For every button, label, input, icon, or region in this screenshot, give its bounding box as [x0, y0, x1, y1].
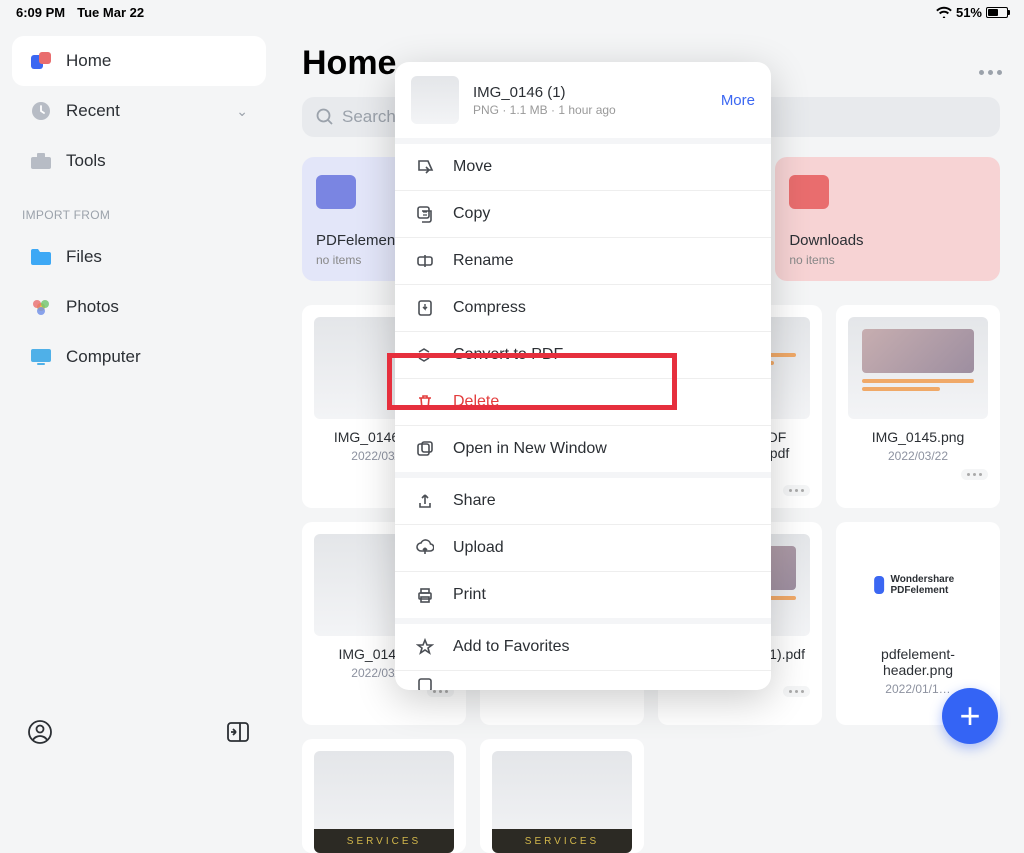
upload-icon	[415, 538, 435, 558]
star-icon	[415, 637, 435, 657]
menu-more[interactable]	[395, 670, 771, 690]
compress-icon	[415, 298, 435, 318]
menu-label: Copy	[453, 205, 490, 223]
popover-thumb	[411, 76, 459, 124]
more-icon	[415, 675, 435, 691]
menu-label: Delete	[453, 393, 499, 411]
collapse-icon[interactable]	[226, 720, 250, 744]
move-icon	[415, 157, 435, 177]
tools-icon	[30, 150, 52, 172]
delete-icon	[415, 392, 435, 412]
plus-icon: +	[959, 695, 980, 737]
file-name: pdfelement-header.png	[848, 646, 988, 678]
sidebar-item-tools[interactable]: Tools	[12, 136, 266, 186]
file-item[interactable]: SERVICES	[302, 739, 466, 853]
menu-share[interactable]: Share	[395, 478, 771, 524]
menu-label: Open in New Window	[453, 440, 607, 458]
sidebar-item-home[interactable]: Home	[12, 36, 266, 86]
sidebar-label: Home	[66, 51, 111, 71]
convert-icon	[415, 345, 435, 365]
folder-icon	[30, 246, 52, 268]
file-thumb: Wondershare PDFelement	[848, 534, 988, 636]
shortcut-sub: no items	[789, 253, 986, 267]
menu-rename[interactable]: Rename	[395, 237, 771, 284]
sidebar-item-recent[interactable]: Recent ⌄	[12, 86, 266, 136]
menu-label: Rename	[453, 252, 513, 270]
search-placeholder: Search	[342, 107, 396, 127]
popover-title: IMG_0146 (1)	[473, 84, 707, 101]
menu-label: Move	[453, 158, 492, 176]
add-button[interactable]: +	[942, 688, 998, 744]
sidebar: Home Recent ⌄ Tools IMPORT FROM Files	[0, 24, 278, 768]
search-icon	[316, 108, 334, 126]
photos-icon	[30, 296, 52, 318]
file-item[interactable]: SERVICES	[480, 739, 644, 853]
battery-icon	[986, 7, 1008, 18]
menu-label: Upload	[453, 539, 504, 557]
shortcut-name: Downloads	[789, 232, 986, 249]
folder-icon	[316, 175, 356, 209]
clock-icon	[30, 100, 52, 122]
shortcut-folder-downloads[interactable]: Downloads no items	[775, 157, 1000, 281]
menu-label: Share	[453, 492, 496, 510]
popover-more-link[interactable]: More	[721, 92, 755, 109]
window-icon	[415, 439, 435, 459]
menu-delete[interactable]: Delete	[395, 378, 771, 425]
file-date: 2022/03/22	[888, 449, 948, 463]
wifi-icon	[936, 6, 952, 18]
menu-print[interactable]: Print	[395, 571, 771, 618]
file-date: 2022/01/1…	[885, 682, 950, 696]
battery-percent: 51%	[956, 5, 982, 20]
copy-icon	[415, 204, 435, 224]
menu-label: Compress	[453, 299, 526, 317]
menu-copy[interactable]: Copy	[395, 190, 771, 237]
status-time: 6:09 PM	[16, 5, 65, 20]
sidebar-section-label: IMPORT FROM	[12, 186, 266, 232]
sidebar-label: Tools	[66, 151, 106, 171]
top-more-button[interactable]	[979, 70, 1002, 75]
file-thumb: SERVICES	[314, 751, 454, 853]
menu-label: Print	[453, 586, 486, 604]
popover-meta: PNG · 1.1 MB · 1 hour ago	[473, 103, 707, 117]
sidebar-label: Files	[66, 247, 102, 267]
folder-icon	[789, 175, 829, 209]
menu-label: Convert to PDF	[453, 346, 563, 364]
sidebar-import-computer[interactable]: Computer	[12, 332, 266, 382]
menu-compress[interactable]: Compress	[395, 284, 771, 331]
sidebar-import-files[interactable]: Files	[12, 232, 266, 282]
status-date: Tue Mar 22	[77, 5, 144, 20]
print-icon	[415, 585, 435, 605]
menu-upload[interactable]: Upload	[395, 524, 771, 571]
sidebar-import-photos[interactable]: Photos	[12, 282, 266, 332]
context-menu: IMG_0146 (1) PNG · 1.1 MB · 1 hour ago M…	[395, 62, 771, 690]
file-thumb: SERVICES	[492, 751, 632, 853]
status-bar: 6:09 PM Tue Mar 22 51%	[0, 0, 1024, 24]
menu-move[interactable]: Move	[395, 144, 771, 190]
menu-convert-to-pdf[interactable]: Convert to PDF	[395, 331, 771, 378]
file-name: IMG_0145.png	[872, 429, 965, 445]
menu-open-new-window[interactable]: Open in New Window	[395, 425, 771, 472]
file-more-button[interactable]	[961, 469, 988, 480]
account-icon[interactable]	[28, 720, 52, 744]
file-thumb	[848, 317, 988, 419]
file-item[interactable]: IMG_0145.png 2022/03/22	[836, 305, 1000, 508]
menu-label: Add to Favorites	[453, 638, 570, 656]
file-more-button[interactable]	[783, 485, 810, 496]
computer-icon	[30, 346, 52, 368]
logo-icon	[30, 50, 52, 72]
file-more-button[interactable]	[783, 686, 810, 697]
sidebar-label: Recent	[66, 101, 120, 121]
rename-icon	[415, 251, 435, 271]
sidebar-label: Photos	[66, 297, 119, 317]
sidebar-label: Computer	[66, 347, 141, 367]
menu-add-favorites[interactable]: Add to Favorites	[395, 624, 771, 670]
share-icon	[415, 491, 435, 511]
chevron-down-icon: ⌄	[236, 103, 248, 120]
